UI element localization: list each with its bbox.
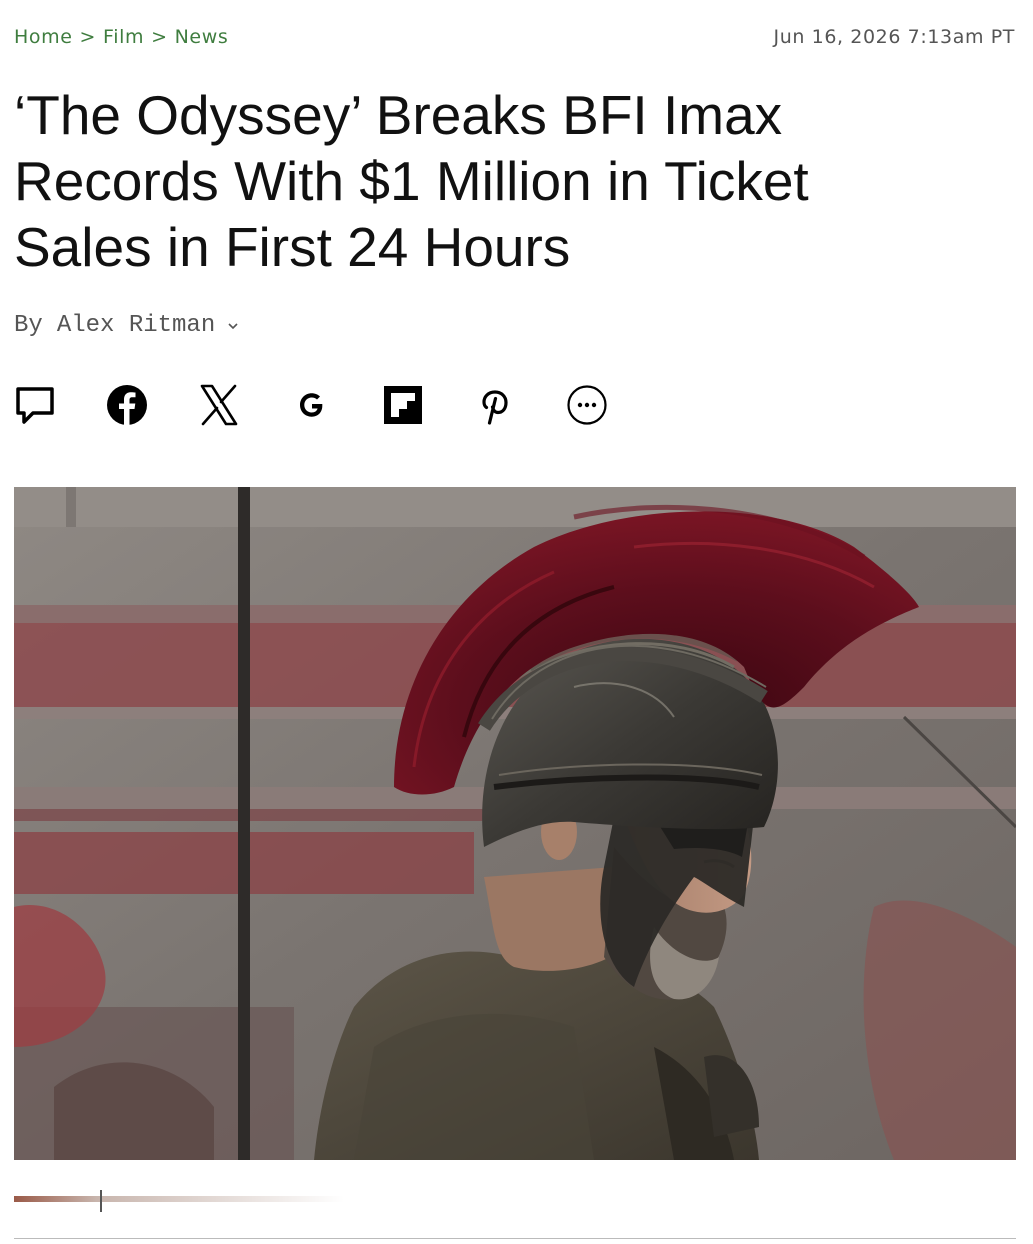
pinterest-icon[interactable] [472, 382, 518, 428]
article-header-bar: Home > Film > News Jun 16, 2026 7:13am P… [14, 24, 1015, 50]
breadcrumb-separator: > [151, 26, 168, 48]
breadcrumb-news[interactable]: News [175, 26, 229, 48]
comment-icon[interactable] [12, 382, 58, 428]
loading-bar [14, 1190, 344, 1212]
share-bar [12, 382, 610, 428]
publish-timestamp: Jun 16, 2026 7:13am PT [773, 26, 1015, 48]
flipboard-icon[interactable] [380, 382, 426, 428]
facebook-icon[interactable] [104, 382, 150, 428]
author-name[interactable]: Alex Ritman [57, 312, 215, 339]
breadcrumb: Home > Film > News [14, 26, 228, 48]
warrior-helmet-photo [14, 487, 1016, 1160]
byline-prefix: By [14, 312, 43, 339]
byline: By Alex Ritman [14, 312, 241, 339]
article-headline: ‘The Odyssey’ Breaks BFI Imax Records Wi… [14, 84, 809, 278]
hero-image[interactable] [14, 487, 1016, 1160]
x-icon[interactable] [196, 382, 242, 428]
section-divider [14, 1238, 1016, 1239]
chevron-down-icon[interactable] [227, 319, 241, 333]
more-icon[interactable] [564, 382, 610, 428]
breadcrumb-home[interactable]: Home [14, 26, 73, 48]
breadcrumb-separator: > [79, 26, 97, 48]
google-icon[interactable] [288, 382, 334, 428]
image-caption-placeholder [14, 1190, 344, 1212]
breadcrumb-film[interactable]: Film [103, 26, 144, 48]
